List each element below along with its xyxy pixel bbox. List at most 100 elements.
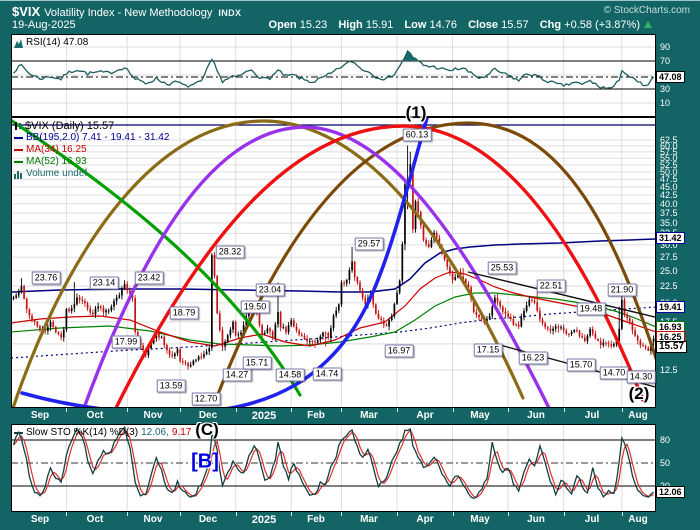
rsi-plot (12, 35, 655, 116)
sto-current-box: 12.06 (656, 486, 685, 498)
high-label: High (338, 19, 362, 31)
month-tick (564, 408, 565, 412)
price-annotation-label: 16.97 (385, 345, 414, 358)
sto-line-icon (14, 432, 23, 434)
price-axis-tick: 27.5 (660, 252, 678, 262)
price-level-box: 19.41 (656, 301, 685, 313)
elliott-wave-label: [B] (191, 451, 219, 474)
price-axis-tick: 35.0 (660, 218, 678, 228)
month-label: Apr (416, 410, 433, 421)
stockcharts-vix-chart: $VIXVolatility Index - New MethodologyIN… (0, 0, 700, 530)
month-tick (236, 512, 237, 516)
bb-legend-label: BB(195,2.0) 7.41 - 19.41 - 31.42 (26, 132, 169, 144)
month-tick (66, 512, 67, 516)
price-axis-tick: 25.0 (660, 266, 678, 276)
chart-header: $VIXVolatility Index - New MethodologyIN… (12, 3, 692, 19)
rsi-axis-tick: 30 (660, 84, 670, 94)
price-annotation-label: 23.04 (256, 284, 285, 297)
month-tick (622, 408, 623, 412)
chg-value: +0.58 (+3.87%) (564, 19, 640, 31)
stochastic-legend: Slow STO %K(14) %D(3) 12.06, 9.17 (14, 427, 191, 439)
price-annotation-label: 29.57 (355, 238, 384, 251)
symbol-daily-label: $VIX (Daily) 15.57 (25, 120, 114, 132)
price-annotation-label: 13.59 (157, 380, 186, 393)
rsi-axis-tick: 10 (660, 98, 670, 108)
price-annotation-label: 14.74 (313, 368, 342, 381)
rsi-current-box: 47.08 (656, 71, 685, 83)
month-tick (341, 408, 342, 412)
stockcharts-credit: © StockCharts.com (604, 5, 690, 16)
rsi-legend: RSI(14) 47.08 (14, 37, 88, 49)
sto-legend-label: Slow STO %K(14) %D(3) (26, 427, 138, 439)
month-label: Jul (585, 410, 599, 421)
month-tick (341, 512, 342, 516)
price-annotation-label: 15.71 (243, 357, 272, 370)
price-annotation-label: 28.32 (216, 246, 245, 259)
change-up-arrow-icon (644, 21, 652, 28)
sto-d-value: 9.17 (172, 427, 191, 439)
price-annotation-label: 14.58 (276, 369, 305, 382)
rsi-axis-tick: 90 (660, 42, 670, 52)
month-tick (453, 512, 454, 516)
price-annotation-label: 60.13 (403, 129, 432, 142)
price-annotation-label: 23.42 (135, 272, 164, 285)
month-tick (397, 408, 398, 412)
ma34-legend-label: MA(34) 16.25 (26, 144, 87, 156)
price-annotation-label: 22.51 (537, 280, 566, 293)
month-label: Oct (87, 514, 104, 525)
symbol-label: $VIX (12, 4, 40, 19)
elliott-wave-label: (2) (629, 384, 650, 404)
sto-axis-tick: 50 (660, 458, 670, 468)
chart-title: Volatility Index - New Methodology (44, 7, 212, 19)
price-annotation-label: 23.14 (90, 277, 119, 290)
ma52-legend-label: MA(52) 16.93 (26, 156, 87, 168)
month-tick (291, 512, 292, 516)
month-tick (622, 512, 623, 516)
month-label: Nov (144, 410, 163, 421)
price-annotation-label: 25.53 (488, 262, 517, 275)
price-annotation-label: 17.99 (112, 336, 141, 349)
quote-row: 19-Aug-2025 Open 15.23 High 15.91 Low 14… (12, 19, 692, 33)
month-label: 2025 (252, 410, 276, 422)
price-annotation-label: 12.70 (192, 393, 221, 406)
month-tick (564, 512, 565, 516)
month-tick (180, 408, 181, 412)
month-label: Sep (31, 410, 49, 421)
month-tick (66, 408, 67, 412)
month-label: Oct (87, 410, 104, 421)
month-label: Apr (416, 514, 433, 525)
high-value: 15.91 (366, 19, 394, 31)
price-annotation-label: 14.30 (627, 371, 656, 384)
bb-line-icon (14, 137, 23, 139)
price-annotation-label: 21.90 (608, 284, 637, 297)
ohlc-quote-strip: Open 15.23 High 15.91 Low 14.76 Close 15… (261, 19, 652, 31)
sto-axis-tick: 80 (660, 435, 670, 445)
price-axis-tick: 12.5 (660, 365, 678, 375)
month-label: May (470, 514, 489, 525)
month-tick (508, 408, 509, 412)
close-label: Close (468, 19, 498, 31)
volume-legend-label: Volume undef (26, 168, 87, 180)
main-legend: $VIX (Daily) 15.57 BB(195,2.0) 7.41 - 19… (14, 120, 169, 180)
low-label: Low (404, 19, 426, 31)
candlestick-icon (14, 121, 22, 131)
open-value: 15.23 (300, 19, 328, 31)
sto-k-value: 12.06, (141, 427, 169, 439)
month-tick (127, 408, 128, 412)
month-tick (180, 512, 181, 516)
chg-label: Chg (540, 19, 561, 31)
month-label: Jun (527, 410, 545, 421)
price-annotation-label: 18.79 (170, 307, 199, 320)
price-annotation-label: 19.50 (241, 301, 270, 314)
month-label: May (470, 410, 489, 421)
ma34-line-icon (14, 149, 23, 151)
month-label: Feb (307, 410, 325, 421)
month-label: Feb (307, 514, 325, 525)
price-level-box: 31.42 (656, 232, 685, 244)
price-axis-tick: 22.5 (660, 281, 678, 291)
open-label: Open (269, 19, 297, 31)
month-label: Sep (31, 514, 49, 525)
month-label: Mar (360, 410, 378, 421)
close-value: 15.57 (501, 19, 529, 31)
elliott-wave-label: (C) (195, 420, 219, 440)
